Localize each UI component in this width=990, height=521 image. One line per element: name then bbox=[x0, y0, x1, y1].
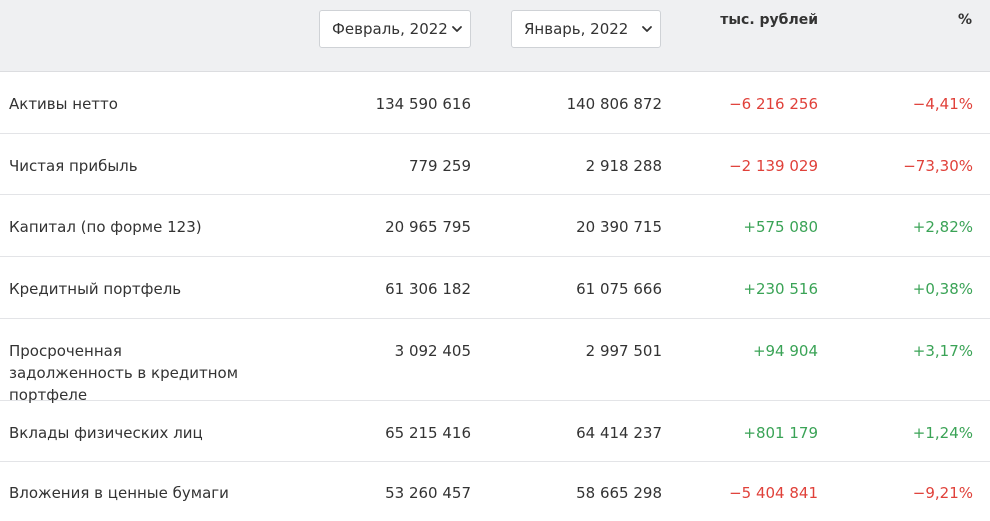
percent-change: −4,41% bbox=[912, 95, 973, 113]
row-label: Просроченная задолженность в кредитном п… bbox=[9, 342, 239, 404]
period-select-january[interactable]: Январь, 2022 bbox=[511, 10, 661, 48]
value-january: 140 806 872 bbox=[566, 95, 662, 113]
difference-value: −5 404 841 bbox=[729, 484, 818, 502]
table-row: Кредитный портфель 61 306 182 61 075 666… bbox=[0, 257, 990, 319]
percent-change: +3,17% bbox=[912, 342, 973, 360]
table-row: Просроченная задолженность в кредитном п… bbox=[0, 319, 990, 404]
chevron-down-icon bbox=[642, 26, 652, 32]
value-february: 134 590 616 bbox=[375, 95, 471, 113]
row-label: Капитал (по форме 123) bbox=[9, 218, 202, 236]
row-label: Кредитный портфель bbox=[9, 280, 182, 298]
table-row: Активы нетто 134 590 616 140 806 872 −6 … bbox=[0, 72, 990, 134]
value-february: 65 215 416 bbox=[385, 424, 471, 442]
value-january: 64 414 237 bbox=[576, 424, 662, 442]
difference-value: +801 179 bbox=[743, 424, 818, 442]
value-january: 20 390 715 bbox=[576, 218, 662, 236]
value-january: 61 075 666 bbox=[576, 280, 662, 298]
percent-header: % bbox=[957, 12, 972, 28]
table-row: Вложения в ценные бумаги 53 260 457 58 6… bbox=[0, 462, 990, 521]
percent-change: +2,82% bbox=[912, 218, 973, 236]
value-january: 2 997 501 bbox=[585, 342, 662, 360]
period-select-february-value: Февраль, 2022 bbox=[332, 20, 448, 38]
difference-value: −2 139 029 bbox=[729, 157, 818, 175]
value-february: 53 260 457 bbox=[385, 484, 471, 502]
table-header: Февраль, 2022 Январь, 2022 тыс. рублей % bbox=[0, 0, 990, 72]
table-row: Чистая прибыль 779 259 2 918 288 −2 139 … bbox=[0, 134, 990, 195]
table-row: Капитал (по форме 123) 20 965 795 20 390… bbox=[0, 195, 990, 257]
financial-indicators-table: Февраль, 2022 Январь, 2022 тыс. рублей %… bbox=[0, 0, 990, 521]
difference-value: −6 216 256 bbox=[729, 95, 818, 113]
percent-change: +1,24% bbox=[912, 424, 973, 442]
row-label: Вклады физических лиц bbox=[9, 424, 203, 442]
row-label: Чистая прибыль bbox=[9, 157, 138, 175]
period-select-february[interactable]: Февраль, 2022 bbox=[319, 10, 471, 48]
row-label: Вложения в ценные бумаги bbox=[9, 484, 229, 502]
difference-value: +575 080 bbox=[743, 218, 818, 236]
value-february: 20 965 795 bbox=[385, 218, 471, 236]
percent-change: +0,38% bbox=[912, 280, 973, 298]
percent-change: −73,30% bbox=[903, 157, 973, 175]
value-february: 61 306 182 bbox=[385, 280, 471, 298]
value-january: 2 918 288 bbox=[585, 157, 662, 175]
value-february: 779 259 bbox=[408, 157, 471, 175]
chevron-down-icon bbox=[452, 26, 462, 32]
difference-value: +230 516 bbox=[743, 280, 818, 298]
units-header: тыс. рублей bbox=[720, 12, 818, 28]
percent-change: −9,21% bbox=[912, 484, 973, 502]
row-label: Активы нетто bbox=[9, 95, 118, 113]
value-february: 3 092 405 bbox=[394, 342, 471, 360]
difference-value: +94 904 bbox=[752, 342, 818, 360]
value-january: 58 665 298 bbox=[576, 484, 662, 502]
table-row: Вклады физических лиц 65 215 416 64 414 … bbox=[0, 401, 990, 462]
period-select-january-value: Январь, 2022 bbox=[524, 20, 629, 38]
